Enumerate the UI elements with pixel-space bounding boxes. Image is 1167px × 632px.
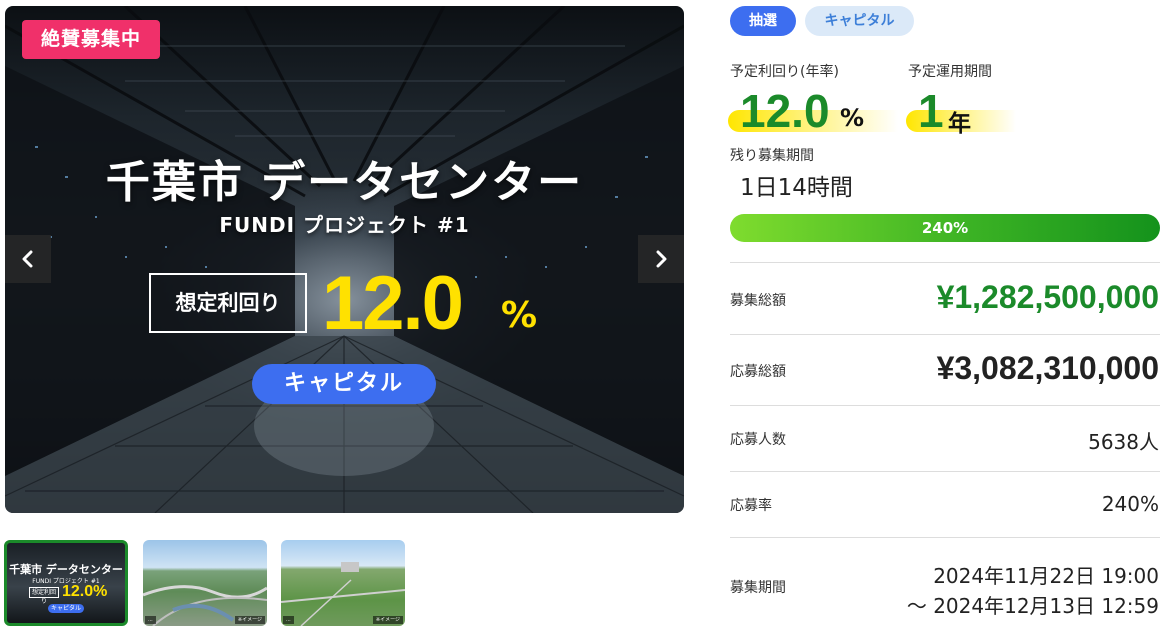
carousel-prev-button[interactable]: [5, 235, 51, 283]
thumbnail-caption-right: ※イメージ: [234, 616, 265, 624]
application-rate-label: 応募率: [730, 498, 772, 514]
hero-yield-label: 想定利回り: [149, 273, 307, 333]
planned-period-value: 1: [918, 85, 944, 137]
chevron-left-icon: [22, 250, 33, 268]
remaining-period-label: 残り募集期間: [730, 148, 814, 164]
divider: [730, 405, 1160, 406]
thumbnail-caption-left: ...: [283, 616, 294, 624]
aerial-photo: [143, 585, 267, 626]
thumbnail-yield-label: 想定利回り: [29, 587, 59, 605]
recruitment-period-label: 募集期間: [730, 580, 786, 596]
planned-yield-value: 12.0: [740, 85, 830, 137]
applicants-value: 5638人: [1088, 430, 1159, 454]
hero-category-pill: キャピタル: [252, 364, 436, 404]
thumbnail-2[interactable]: ... ※イメージ: [143, 540, 267, 626]
thumbnail-title: 千葉市 データセンター: [9, 563, 123, 576]
aerial-photo: [281, 562, 405, 626]
divider: [730, 471, 1160, 472]
thumbnail-category: キャピタル: [48, 604, 84, 613]
capital-tag: キャピタル: [805, 6, 914, 36]
application-rate-value: 240%: [1101, 492, 1159, 516]
remaining-period-value: 1日14時間: [740, 175, 853, 201]
applied-total-label: 応募総額: [730, 364, 786, 380]
thumbnail-yield-value: 12.0%: [62, 583, 108, 600]
thumbnail-caption-left: ...: [145, 616, 156, 624]
total-raise-label: 募集総額: [730, 293, 786, 309]
funding-progress-bar: 240%: [730, 214, 1160, 242]
thumbnail-1[interactable]: 千葉市 データセンター FUNDI プロジェクト #1 想定利回り 12.0% …: [4, 540, 128, 626]
hero-carousel[interactable]: 絶賛募集中 千葉市 データセンター FUNDI プロジェクト #1 想定利回り …: [5, 6, 684, 513]
planned-yield-label: 予定利回り(年率): [730, 64, 839, 80]
hero-subtitle: FUNDI プロジェクト #1: [219, 213, 470, 237]
planned-period-label: 予定運用期間: [908, 64, 992, 80]
lottery-tag: 抽選: [730, 6, 796, 36]
divider: [730, 262, 1160, 263]
hero-title: 千葉市 データセンター: [105, 157, 584, 208]
total-raise-value: ¥1,282,500,000: [936, 279, 1159, 315]
chevron-right-icon: [656, 250, 667, 268]
divider: [730, 334, 1160, 335]
applied-total-value: ¥3,082,310,000: [936, 350, 1159, 386]
divider: [730, 537, 1160, 538]
hero-yield-value: 12.0: [322, 261, 464, 346]
recruitment-period-end: 〜 2024年12月13日 12:59: [906, 594, 1159, 618]
planned-period-unit: 年: [948, 111, 971, 137]
recruitment-period-start: 2024年11月22日 19:00: [933, 564, 1159, 588]
server-room-image: [5, 6, 684, 513]
recruiting-badge: 絶賛募集中: [22, 20, 160, 59]
carousel-next-button[interactable]: [638, 235, 684, 283]
thumbnail-caption-right: ※イメージ: [372, 616, 403, 624]
planned-yield-unit: %: [840, 104, 865, 132]
applicants-label: 応募人数: [730, 432, 786, 448]
hero-yield-unit: %: [501, 295, 538, 336]
thumbnail-3[interactable]: ... ※イメージ: [281, 540, 405, 626]
